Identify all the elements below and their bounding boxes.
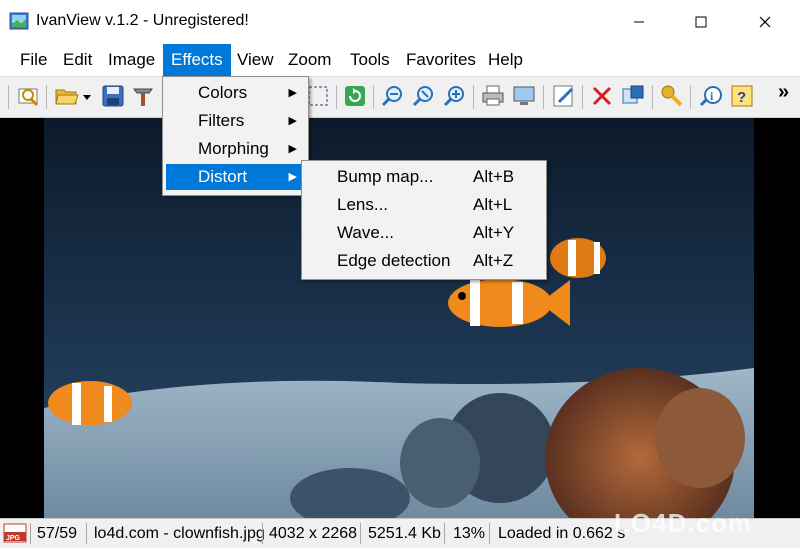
menu-effects[interactable]: Effects (163, 44, 231, 76)
minimize-button[interactable] (616, 0, 662, 44)
toolbar-separator (336, 85, 337, 109)
status-load-time: Loaded in 0.662 s (498, 525, 626, 542)
submenu-arrow-icon: ▶ (288, 87, 297, 99)
menu-zoom[interactable]: Zoom (280, 44, 339, 76)
menu-favorites[interactable]: Favorites (398, 44, 484, 76)
menu-item-label: Wave... (337, 223, 394, 242)
distort-bump-map[interactable]: Bump map... Alt+B (305, 164, 543, 190)
edit-icon[interactable] (551, 83, 577, 109)
menu-bar: File Edit Image Effects View Zoom Tools … (0, 44, 800, 77)
submenu-arrow-icon: ▶ (288, 115, 297, 127)
distort-wave[interactable]: Wave... Alt+Y (305, 220, 543, 246)
effects-menu-morphing[interactable]: Morphing ▶ (166, 136, 305, 162)
properties-icon[interactable] (620, 83, 646, 109)
menu-item-label: Edge detection (337, 251, 451, 270)
effects-menu: Colors ▶ Filters ▶ Morphing ▶ Distort ▶ (162, 76, 309, 196)
svg-text:?: ? (737, 89, 746, 106)
key-icon[interactable] (659, 83, 685, 109)
status-separator (262, 523, 263, 544)
status-separator (489, 523, 490, 544)
toolbar: i ? » (0, 77, 800, 118)
status-filesize: 5251.4 Kb (368, 525, 441, 542)
svg-text:JPG: JPG (6, 535, 21, 542)
menu-item-label: Morphing (198, 139, 269, 158)
tools-icon[interactable] (130, 83, 156, 109)
jpg-format-icon: JPG (3, 523, 27, 543)
zoom-out-icon[interactable] (380, 83, 406, 109)
watermark-logo: LO4D.com (614, 508, 753, 538)
close-icon (759, 16, 771, 28)
toolbar-grip (8, 85, 9, 109)
menu-image[interactable]: Image (100, 44, 163, 76)
menu-item-label: Lens... (337, 195, 389, 214)
minimize-icon (634, 21, 644, 23)
submenu-arrow-icon: ▶ (288, 143, 297, 155)
maximize-icon (695, 16, 707, 28)
menu-help[interactable]: Help (480, 44, 531, 76)
menu-item-shortcut: Alt+L (473, 195, 513, 214)
clownfish-left (48, 381, 132, 425)
status-filename: lo4d.com - clownfish.jpg (94, 525, 265, 542)
submenu-arrow-icon: ▶ (288, 171, 297, 183)
maximize-button[interactable] (678, 0, 724, 44)
app-icon (9, 12, 29, 30)
toolbar-separator (582, 85, 583, 109)
help-icon[interactable]: ? (729, 83, 755, 109)
status-zoom: 13% (453, 525, 486, 542)
toolbar-separator (543, 85, 544, 109)
title-bar: IvanView v.1.2 - Unregistered! (0, 0, 800, 44)
screen-icon[interactable] (511, 83, 537, 109)
status-separator (86, 523, 87, 544)
toolbar-separator (46, 85, 47, 109)
menu-edit[interactable]: Edit (55, 44, 100, 76)
menu-item-label: Colors (198, 83, 248, 102)
status-dimensions: 4032 x 2268 (269, 525, 358, 542)
menu-item-label: Filters (198, 111, 245, 130)
overflow-chevron-icon[interactable]: » (778, 81, 789, 104)
status-separator (30, 523, 31, 544)
save-icon[interactable] (100, 83, 126, 109)
zoom-fit-icon[interactable] (411, 83, 437, 109)
effects-menu-colors[interactable]: Colors ▶ (166, 80, 305, 106)
distort-edge-detection[interactable]: Edge detection Alt+Z (305, 248, 543, 274)
menu-item-shortcut: Alt+B (473, 167, 515, 186)
zoom-in-icon[interactable] (442, 83, 468, 109)
print-icon[interactable] (480, 83, 506, 109)
dropdown-arrow-icon[interactable] (80, 83, 94, 109)
status-position: 57/59 (37, 525, 78, 542)
distort-lens[interactable]: Lens... Alt+L (305, 192, 543, 218)
toolbar-separator (373, 85, 374, 109)
effects-menu-distort[interactable]: Distort ▶ (166, 164, 305, 190)
toolbar-separator (473, 85, 474, 109)
menu-view[interactable]: View (229, 44, 282, 76)
jpg-badge-icon: JPG (3, 523, 27, 543)
window-title: IvanView v.1.2 - Unregistered! (36, 12, 249, 29)
status-separator (444, 523, 445, 544)
refresh-icon[interactable] (342, 83, 368, 109)
menu-item-label: Bump map... (337, 167, 434, 186)
info-icon[interactable]: i (698, 83, 724, 109)
menu-item-label: Distort (198, 167, 248, 186)
clownfish-small (550, 238, 606, 278)
toolbar-separator (652, 85, 653, 109)
delete-icon[interactable] (589, 83, 615, 109)
open-folder-icon[interactable] (54, 83, 80, 109)
effects-menu-filters[interactable]: Filters ▶ (166, 108, 305, 134)
status-separator (360, 523, 361, 544)
menu-tools[interactable]: Tools (342, 44, 398, 76)
menu-file[interactable]: File (12, 44, 55, 76)
toolbar-separator (690, 85, 691, 109)
menu-item-shortcut: Alt+Z (473, 251, 514, 270)
close-button[interactable] (742, 0, 788, 44)
browse-icon[interactable] (16, 83, 42, 109)
distort-submenu: Bump map... Alt+B Lens... Alt+L Wave... … (301, 160, 547, 280)
menu-item-shortcut: Alt+Y (473, 223, 515, 242)
